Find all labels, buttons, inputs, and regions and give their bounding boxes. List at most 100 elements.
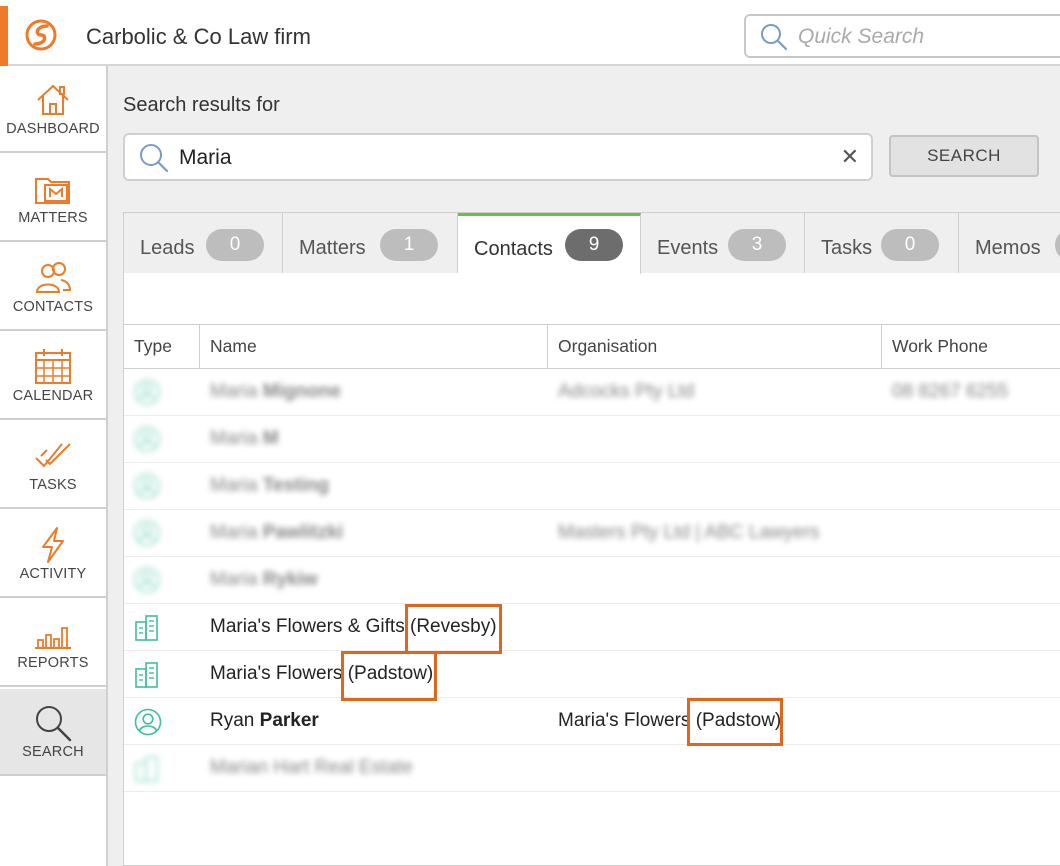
column-header-name[interactable]: Name xyxy=(200,325,548,368)
building-icon xyxy=(135,615,158,641)
tab-label: Contacts xyxy=(474,238,553,260)
org-name: Maria's Flowers xyxy=(558,710,691,731)
main-content: Search results for ✕ SEARCH Leads 0 Matt… xyxy=(108,66,1060,866)
tab-matters[interactable]: Matters 1 xyxy=(283,213,458,273)
sidebar-item-label: CALENDAR xyxy=(12,388,94,404)
person-icon xyxy=(134,708,162,736)
person-icon xyxy=(134,473,160,499)
column-header-work-phone[interactable]: Work Phone xyxy=(882,325,1060,368)
work-phone: 08 8267 6255 xyxy=(892,381,1009,402)
results-for-label: Search results for xyxy=(123,94,280,116)
contact-name: Marian Hart Real Estate xyxy=(210,757,413,778)
count-badge: 3 xyxy=(728,229,786,261)
column-header-type[interactable]: Type xyxy=(124,325,200,368)
building-icon xyxy=(135,662,158,688)
sidebar-item-label: CONTACTS xyxy=(12,299,94,315)
count-badge: 1 xyxy=(380,229,438,261)
quick-search-box[interactable] xyxy=(744,14,1060,58)
last-name: M xyxy=(262,428,279,449)
sidebar-item-dashboard[interactable]: DASHBOARD xyxy=(0,66,106,153)
contact-name: Maria Testing xyxy=(210,463,329,509)
first-name: Maria xyxy=(210,381,258,402)
tab-label: Leads xyxy=(140,237,195,259)
first-name: Ryan xyxy=(210,710,255,731)
sidebar-item-label: ACTIVITY xyxy=(19,566,87,582)
count-badge: 0 xyxy=(881,229,939,261)
tab-memos[interactable]: Memos xyxy=(959,213,1060,273)
clear-search-icon[interactable]: ✕ xyxy=(841,144,859,170)
contact-name: Maria Mignone xyxy=(210,369,341,415)
sidebar-item-label: DASHBOARD xyxy=(6,121,100,137)
bar-chart-icon xyxy=(35,627,71,649)
first-name: Maria xyxy=(210,428,258,449)
contact-name: Maria M xyxy=(210,416,279,462)
person-icon xyxy=(134,520,160,546)
first-name: Maria xyxy=(210,569,258,590)
contact-name: Maria Pawlitzki xyxy=(210,510,343,556)
search-button[interactable]: SEARCH xyxy=(889,135,1039,177)
table-row[interactable]: Marian Hart Real Estate xyxy=(124,745,1060,792)
tab-events[interactable]: Events 3 xyxy=(641,213,805,273)
tab-contacts[interactable]: Contacts 9 xyxy=(458,213,641,274)
home-icon xyxy=(37,84,69,115)
tasks-check-icon xyxy=(35,443,71,468)
sidebar-item-contacts[interactable]: CONTACTS xyxy=(0,244,106,331)
last-name: Testing xyxy=(262,475,329,496)
table-row[interactable]: Maria Testing xyxy=(124,463,1060,510)
quick-search-input[interactable] xyxy=(796,22,1060,52)
highlight-box xyxy=(687,698,783,746)
table-row[interactable]: Maria Pawlitzki Masters Pty Ltd | ABC La… xyxy=(124,510,1060,557)
person-icon xyxy=(134,379,160,405)
search-icon xyxy=(761,24,788,51)
table-row[interactable]: Maria's Flowers (Padstow) xyxy=(124,651,1060,698)
table-row[interactable]: Maria Mignone Adcocks Pty Ltd 08 8267 62… xyxy=(124,369,1060,416)
contact-name: Maria Rykiw xyxy=(210,557,318,603)
highlight-box xyxy=(405,604,502,654)
search-box[interactable]: ✕ xyxy=(123,133,873,181)
sidebar-item-label: MATTERS xyxy=(18,210,88,226)
brand-accent-strip xyxy=(0,6,8,66)
sidebar-item-tasks[interactable]: TASKS xyxy=(0,422,106,509)
contacts-icon xyxy=(35,262,72,293)
matters-folder-icon xyxy=(35,178,70,204)
org-name: Maria's Flowers & Gifts xyxy=(210,616,405,637)
firm-name: Carbolic & Co Law firm xyxy=(86,24,311,49)
sidebar-item-label: REPORTS xyxy=(17,655,89,671)
last-name: Pawlitzki xyxy=(262,522,344,543)
table-row[interactable]: Maria's Flowers & Gifts (Revesby) xyxy=(124,604,1060,651)
table-row[interactable]: Ryan Parker Maria's Flowers (Padstow) xyxy=(124,698,1060,745)
sidebar-item-reports[interactable]: REPORTS xyxy=(0,600,106,687)
sidebar-item-calendar[interactable]: CALENDAR xyxy=(0,333,106,420)
search-icon xyxy=(140,144,169,173)
table-row[interactable]: Maria Rykiw xyxy=(124,557,1060,604)
search-input[interactable] xyxy=(177,144,781,172)
tab-label: Events xyxy=(657,237,719,259)
tab-tasks[interactable]: Tasks 0 xyxy=(805,213,959,273)
firm-logo-icon[interactable] xyxy=(24,18,58,52)
last-name: Rykiw xyxy=(262,569,318,590)
org-name: Maria's Flowers xyxy=(210,663,343,684)
sidebar-item-activity[interactable]: ACTIVITY xyxy=(0,511,106,598)
organisation: Adcocks Pty Ltd xyxy=(558,381,695,402)
building-icon xyxy=(135,756,158,782)
tab-label: Memos xyxy=(975,237,1041,259)
top-bar: Carbolic & Co Law firm xyxy=(0,0,1060,66)
result-tabs: Leads 0 Matters 1 Contacts 9 Events 3 Ta… xyxy=(124,213,1060,274)
first-name: Maria xyxy=(210,475,258,496)
sidebar-nav: DASHBOARD MATTERS CONTACTS CALENDAR TASK… xyxy=(0,66,108,866)
sidebar-item-search[interactable]: SEARCH xyxy=(0,689,106,776)
results-panel: Leads 0 Matters 1 Contacts 9 Events 3 Ta… xyxy=(123,212,1060,866)
highlight-box xyxy=(341,651,437,701)
person-icon xyxy=(134,426,160,452)
table-row[interactable]: Maria M xyxy=(124,416,1060,463)
organisation: Masters Pty Ltd | ABC Lawyers xyxy=(558,522,820,543)
tab-leads[interactable]: Leads 0 xyxy=(124,213,283,273)
sidebar-item-matters[interactable]: MATTERS xyxy=(0,155,106,242)
sidebar-item-label: TASKS xyxy=(29,477,77,493)
column-header-organisation[interactable]: Organisation xyxy=(548,325,882,368)
calendar-icon xyxy=(35,349,71,384)
sidebar-item-label: SEARCH xyxy=(22,744,84,760)
lightning-icon xyxy=(42,527,64,563)
table-header: Type Name Organisation Work Phone xyxy=(124,324,1060,369)
count-badge: 9 xyxy=(565,229,623,261)
